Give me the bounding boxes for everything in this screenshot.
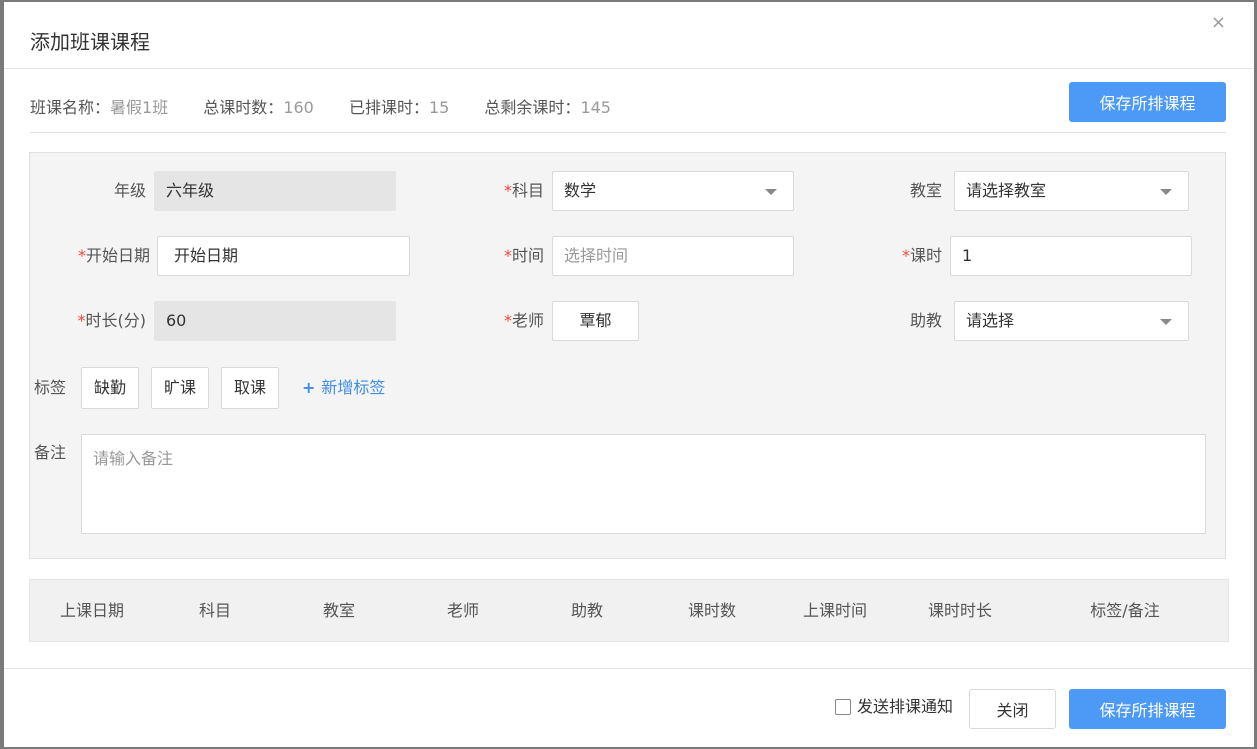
footer-divider (4, 668, 1254, 669)
grade-label: 年级 (113, 181, 146, 200)
course-form: 年级 六年级 *科目 数学 教室 请选择教室 *开始日期 开始日期 *时间 选择… (29, 152, 1226, 559)
save-all-button-bottom[interactable]: 保存所排课程 (1069, 689, 1226, 729)
column-header: 课时数 (687, 601, 736, 620)
class-name-label: 班课名称： (30, 98, 111, 117)
tag-cancel[interactable]: 取课 (221, 367, 279, 409)
column-header: 助教 (570, 601, 603, 620)
classroom-select[interactable]: 请选择教室 (954, 171, 1189, 211)
teacher-button[interactable]: 覃郁 (552, 301, 639, 341)
send-notification-checkbox[interactable]: 发送排课通知 (835, 696, 953, 718)
close-button[interactable]: 关闭 (969, 689, 1056, 729)
assistant-label: 助教 (909, 311, 942, 330)
assistant-select[interactable]: 请选择 (954, 301, 1189, 341)
plus-icon: + (302, 378, 316, 397)
tag-truant[interactable]: 旷课 (151, 367, 209, 409)
remaining-hours-label: 总剩余课时： (484, 98, 581, 117)
dialog-header: 添加班课课程 × (4, 2, 1254, 69)
save-all-button-top[interactable]: 保存所排课程 (1069, 82, 1226, 122)
total-hours-value: 160 (283, 98, 314, 117)
total-hours-label: 总课时数： (203, 98, 284, 117)
class-summary: 班课名称：暑假1班 总课时数：160 已排课时：15 总剩余课时：145 (30, 94, 641, 118)
notes-label: 备注 (34, 443, 67, 462)
add-course-dialog: 添加班课课程 × 班课名称：暑假1班 总课时数：160 已排课时：15 总剩余课… (4, 2, 1254, 747)
hours-field[interactable]: 1 (950, 236, 1192, 276)
time-label: *时间 (503, 246, 544, 265)
summary-divider (30, 132, 1226, 133)
checkbox-icon (835, 699, 851, 715)
column-header: 课时时长 (927, 601, 992, 620)
close-icon[interactable]: × (1211, 12, 1226, 33)
hours-label: *课时 (901, 246, 942, 265)
schedule-table-header: 上课日期 科目 教室 老师 助教 课时数 上课时间 课时时长 标签/备注 (29, 579, 1229, 642)
notes-textarea[interactable] (81, 434, 1206, 534)
remaining-hours-value: 145 (580, 98, 611, 117)
chevron-down-icon (1160, 319, 1172, 325)
time-picker[interactable]: 选择时间 (552, 236, 794, 276)
add-tag-link[interactable]: + 新增标签 (302, 367, 385, 409)
subject-select[interactable]: 数学 (552, 171, 794, 211)
tag-absent[interactable]: 缺勤 (81, 367, 139, 409)
duration-field: 60 (154, 301, 396, 341)
teacher-label: *老师 (503, 311, 544, 330)
scheduled-hours-label: 已排课时： (348, 98, 429, 117)
grade-field: 六年级 (154, 171, 396, 211)
start-date-label: *开始日期 (77, 246, 150, 265)
duration-label: *时长(分) (77, 311, 147, 330)
column-header: 老师 (446, 601, 479, 620)
scheduled-hours-value: 15 (428, 98, 450, 117)
class-name-value: 暑假1班 (110, 98, 169, 117)
start-date-field[interactable]: 开始日期 (157, 236, 410, 276)
column-header: 上课时间 (802, 601, 867, 620)
classroom-label: 教室 (909, 181, 942, 200)
tags-label: 标签 (34, 378, 67, 397)
subject-label: *科目 (503, 181, 544, 200)
column-header: 科目 (198, 601, 231, 620)
column-header: 上课日期 (59, 601, 124, 620)
column-header: 标签/备注 (1090, 601, 1160, 620)
column-header: 教室 (322, 601, 355, 620)
chevron-down-icon (1160, 189, 1172, 195)
chevron-down-icon (765, 189, 777, 195)
dialog-title: 添加班课课程 (30, 30, 150, 54)
